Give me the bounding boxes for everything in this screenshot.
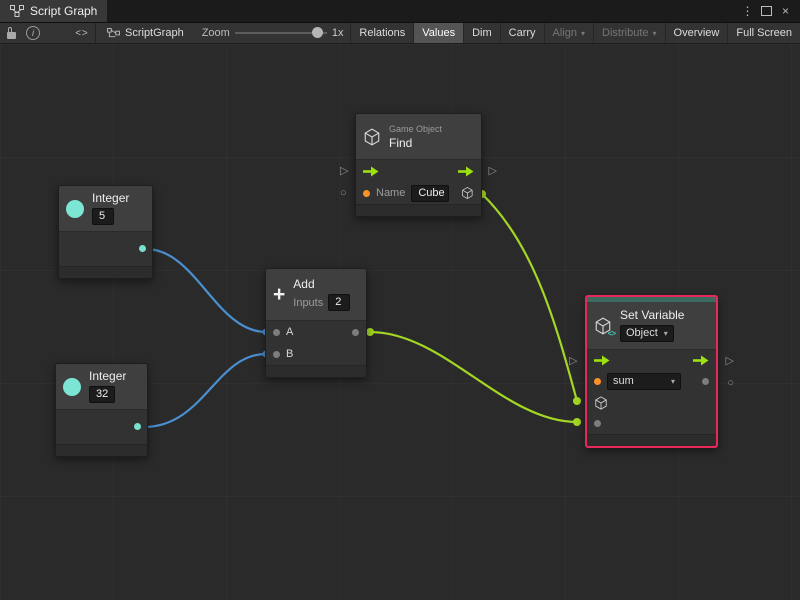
toolbar-buttons: Relations Values Dim Carry Align ▾ Distr… bbox=[350, 23, 800, 43]
flow-input-port[interactable]: ▷ bbox=[340, 166, 348, 176]
zoom-slider[interactable] bbox=[235, 23, 327, 43]
carry-button[interactable]: Carry bbox=[500, 23, 544, 43]
flow-in-arrow-icon[interactable] bbox=[363, 166, 379, 177]
wire-endpoint bbox=[573, 418, 581, 426]
chevron-down-icon: ▾ bbox=[653, 29, 657, 38]
chevron-down-icon: ▾ bbox=[664, 327, 668, 340]
node-set-variable[interactable]: ▷ ▷ ○ <> Set Variable Object ▾ bbox=[585, 295, 718, 448]
wire-endpoint bbox=[573, 397, 581, 405]
node-find[interactable]: ▷ ○ ▷ Game Object Find bbox=[355, 113, 482, 217]
output-port[interactable] bbox=[134, 423, 141, 430]
flow-output-port[interactable]: ▷ bbox=[489, 166, 497, 176]
inputs-count-field[interactable]: 2 bbox=[328, 294, 350, 311]
flow-out-arrow-icon[interactable] bbox=[458, 166, 474, 177]
integer-value-field[interactable]: 5 bbox=[92, 208, 114, 225]
output-port[interactable] bbox=[352, 329, 359, 336]
inputs-label: Inputs bbox=[293, 297, 323, 309]
node-footer bbox=[587, 434, 716, 446]
graph-toolbar: i < > ScriptGraph Zoom 1x Relations Valu… bbox=[0, 22, 800, 44]
node-title: Integer bbox=[89, 370, 126, 383]
info-icon[interactable]: i bbox=[22, 23, 44, 43]
tab-script-graph[interactable]: Script Graph bbox=[0, 0, 107, 22]
integer-icon bbox=[66, 200, 84, 218]
node-footer bbox=[56, 444, 147, 456]
tab-title: Script Graph bbox=[30, 4, 97, 18]
flow-in-arrow-icon[interactable] bbox=[594, 355, 610, 366]
integer-value-field[interactable]: 32 bbox=[89, 386, 115, 403]
wire-endpoint bbox=[366, 328, 374, 336]
graph-name-label: ScriptGraph bbox=[125, 27, 184, 39]
node-title: Add bbox=[293, 278, 314, 291]
values-button[interactable]: Values bbox=[413, 23, 463, 43]
name-label: Name bbox=[376, 187, 405, 199]
value-output-port[interactable] bbox=[702, 378, 709, 385]
chevron-down-icon: ▾ bbox=[671, 375, 675, 388]
maximize-icon[interactable] bbox=[758, 0, 775, 22]
node-footer bbox=[266, 365, 366, 377]
name-value-field[interactable]: Cube bbox=[411, 185, 449, 202]
port-label-b: B bbox=[286, 348, 293, 360]
full-screen-button[interactable]: Full Screen bbox=[727, 23, 800, 43]
lock-icon[interactable] bbox=[0, 23, 22, 43]
name-input-port[interactable] bbox=[363, 190, 370, 197]
wire-integer5-to-add-a[interactable] bbox=[146, 249, 266, 332]
wire-add-to-setvariable[interactable] bbox=[370, 332, 577, 422]
data-input-port[interactable]: ○ bbox=[340, 188, 347, 198]
distribute-button[interactable]: Distribute ▾ bbox=[593, 23, 664, 43]
window-controls: ⋮ × bbox=[739, 0, 800, 22]
zoom-label: Zoom bbox=[202, 27, 230, 39]
window-menu-icon[interactable]: ⋮ bbox=[739, 0, 756, 22]
game-object-icon bbox=[363, 128, 381, 146]
node-integer-5[interactable]: Integer 5 bbox=[58, 185, 153, 279]
relations-button[interactable]: Relations bbox=[350, 23, 413, 43]
node-footer bbox=[356, 204, 481, 216]
integer-icon bbox=[63, 378, 81, 396]
graph-breadcrumb[interactable]: ScriptGraph bbox=[99, 27, 192, 39]
code-view-icon[interactable]: < > bbox=[70, 23, 92, 43]
dim-button[interactable]: Dim bbox=[463, 23, 500, 43]
chevron-down-icon: ▾ bbox=[581, 29, 585, 38]
zoom-value: 1x bbox=[332, 27, 344, 39]
wire-integer32-to-add-b[interactable] bbox=[144, 354, 266, 427]
data-output-port[interactable]: ○ bbox=[727, 378, 734, 388]
gameobject-input-port[interactable] bbox=[594, 396, 608, 410]
unity-script-graph-window: Script Graph ⋮ × i < > ScriptGraph Zoom bbox=[0, 0, 800, 600]
set-variable-icon: <> bbox=[594, 317, 612, 335]
variable-name-dropdown[interactable]: sum ▾ bbox=[607, 373, 681, 390]
flow-output-port[interactable]: ▷ bbox=[726, 356, 734, 366]
input-port-b[interactable] bbox=[273, 351, 280, 358]
variable-name-port[interactable] bbox=[594, 378, 601, 385]
title-bar: Script Graph ⋮ × bbox=[0, 0, 800, 22]
port-label-a: A bbox=[286, 326, 293, 338]
align-button[interactable]: Align ▾ bbox=[544, 23, 593, 43]
add-icon: + bbox=[273, 286, 285, 304]
node-integer-32[interactable]: Integer 32 bbox=[55, 363, 148, 457]
node-add[interactable]: + Add Inputs 2 A B bbox=[265, 268, 367, 378]
graph-icon bbox=[10, 5, 24, 17]
flow-input-port[interactable]: ▷ bbox=[569, 356, 577, 366]
node-title: Set Variable bbox=[620, 309, 684, 322]
zoom-slider-handle[interactable] bbox=[312, 27, 323, 38]
overview-button[interactable]: Overview bbox=[665, 23, 728, 43]
close-icon[interactable]: × bbox=[777, 0, 794, 22]
variable-scope-dropdown[interactable]: Object ▾ bbox=[620, 325, 674, 342]
node-category: Game Object bbox=[389, 124, 442, 134]
node-title: Find bbox=[389, 137, 412, 150]
node-footer bbox=[59, 266, 152, 278]
script-graph-icon bbox=[107, 28, 120, 39]
input-port-a[interactable] bbox=[273, 329, 280, 336]
gameobject-output-port[interactable] bbox=[461, 186, 474, 200]
graph-canvas[interactable]: Integer 5 Integer 32 bbox=[0, 44, 800, 600]
wire-find-to-setvariable[interactable] bbox=[482, 194, 577, 401]
node-title: Integer bbox=[92, 192, 129, 205]
flow-out-arrow-icon[interactable] bbox=[693, 355, 709, 366]
value-input-port[interactable] bbox=[594, 420, 601, 427]
output-port[interactable] bbox=[139, 245, 146, 252]
